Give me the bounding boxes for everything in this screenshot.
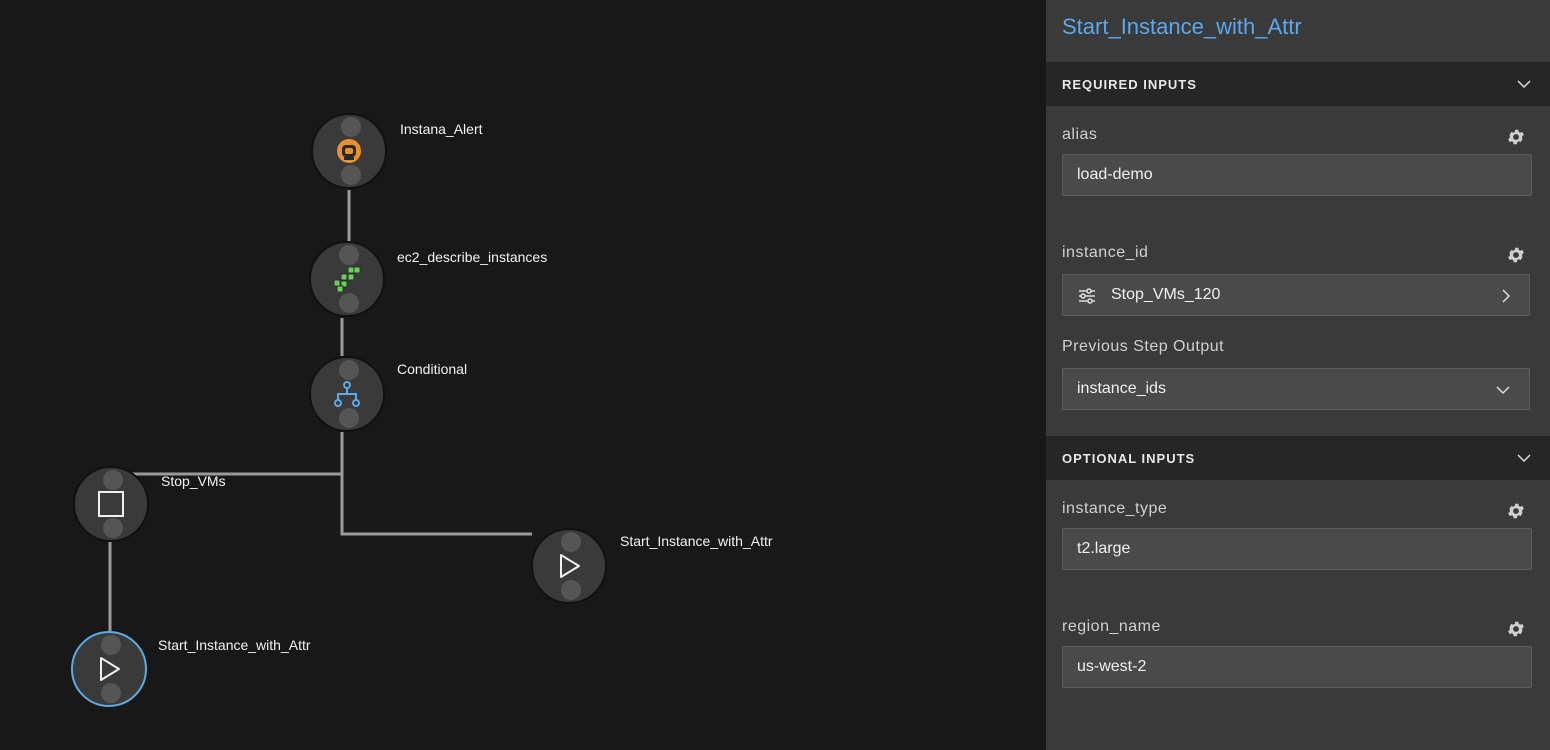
previous-step-output-value: instance_ids bbox=[1077, 380, 1166, 397]
node-label-ec2-describe-instances: ec2_describe_instances bbox=[397, 249, 548, 265]
chevron-down-icon bbox=[1496, 386, 1510, 395]
instana-robot-icon bbox=[335, 137, 363, 165]
instance-id-reference[interactable]: Stop_VMs_120 bbox=[1062, 274, 1530, 316]
required-inputs-label: REQUIRED INPUTS bbox=[1062, 77, 1197, 92]
region-name-input[interactable] bbox=[1062, 646, 1532, 688]
node-ec2-describe-instances[interactable] bbox=[309, 241, 385, 317]
gear-icon[interactable] bbox=[1506, 501, 1526, 521]
workflow-edges bbox=[108, 190, 532, 632]
chevron-down-icon bbox=[1517, 454, 1531, 463]
gear-icon[interactable] bbox=[1506, 245, 1526, 265]
gear-icon[interactable] bbox=[1506, 619, 1526, 639]
play-icon bbox=[97, 656, 121, 682]
edge-conditional-to-stop bbox=[126, 432, 344, 476]
chevron-right-icon bbox=[1502, 289, 1511, 303]
branch-icon bbox=[334, 381, 360, 407]
node-instana-alert[interactable] bbox=[311, 113, 387, 189]
aws-cubes-icon bbox=[332, 266, 362, 292]
instance-id-label: instance_id bbox=[1062, 244, 1149, 261]
node-port-bottom[interactable] bbox=[101, 683, 121, 703]
edge-conditional-to-start bbox=[340, 474, 532, 536]
node-port-top[interactable] bbox=[339, 245, 359, 265]
node-port-top[interactable] bbox=[339, 360, 359, 380]
instance-id-reference-value: Stop_VMs_120 bbox=[1111, 286, 1221, 303]
node-port-bottom[interactable] bbox=[561, 580, 581, 600]
panel-title: Start_Instance_with_Attr bbox=[1062, 14, 1302, 39]
instance-type-input[interactable] bbox=[1062, 528, 1532, 570]
node-label-conditional: Conditional bbox=[397, 361, 468, 377]
node-label-start-instance-selected: Start_Instance_with_Attr bbox=[158, 637, 311, 653]
workflow-canvas[interactable]: Instana_Alert ec2_describe_instances Con… bbox=[0, 0, 1046, 750]
play-icon bbox=[557, 553, 581, 579]
node-port-top[interactable] bbox=[101, 635, 121, 655]
region-name-label: region_name bbox=[1062, 618, 1161, 635]
optional-inputs-label: OPTIONAL INPUTS bbox=[1062, 451, 1196, 466]
required-inputs-header[interactable]: REQUIRED INPUTS bbox=[1046, 62, 1550, 106]
alias-input[interactable] bbox=[1062, 154, 1532, 196]
node-port-bottom[interactable] bbox=[341, 165, 361, 185]
node-start-instance-right[interactable] bbox=[531, 528, 607, 604]
node-port-bottom[interactable] bbox=[339, 293, 359, 313]
optional-inputs-header[interactable]: OPTIONAL INPUTS bbox=[1046, 436, 1550, 480]
node-conditional[interactable] bbox=[309, 356, 385, 432]
stop-square-icon bbox=[97, 490, 125, 518]
previous-step-output-select[interactable]: instance_ids bbox=[1062, 368, 1530, 410]
gear-icon[interactable] bbox=[1506, 127, 1526, 147]
node-stop-vms[interactable] bbox=[73, 466, 149, 542]
node-port-bottom[interactable] bbox=[339, 408, 359, 428]
node-label-start-instance-right: Start_Instance_with_Attr bbox=[620, 533, 773, 549]
node-label-stop-vms: Stop_VMs bbox=[161, 473, 226, 489]
sliders-icon bbox=[1079, 288, 1095, 304]
instance-type-label: instance_type bbox=[1062, 500, 1168, 517]
chevron-down-icon bbox=[1517, 80, 1531, 89]
alias-label: alias bbox=[1062, 126, 1098, 143]
node-label-instana-alert: Instana_Alert bbox=[400, 121, 483, 137]
previous-step-output-label: Previous Step Output bbox=[1062, 338, 1225, 355]
node-port-bottom[interactable] bbox=[103, 518, 123, 538]
node-port-top[interactable] bbox=[341, 117, 361, 137]
node-port-top[interactable] bbox=[561, 532, 581, 552]
step-inputs-panel: Start_Instance_with_Attr REQUIRED INPUTS… bbox=[1046, 0, 1550, 750]
node-port-top[interactable] bbox=[103, 470, 123, 490]
node-start-instance-selected[interactable] bbox=[71, 631, 147, 707]
